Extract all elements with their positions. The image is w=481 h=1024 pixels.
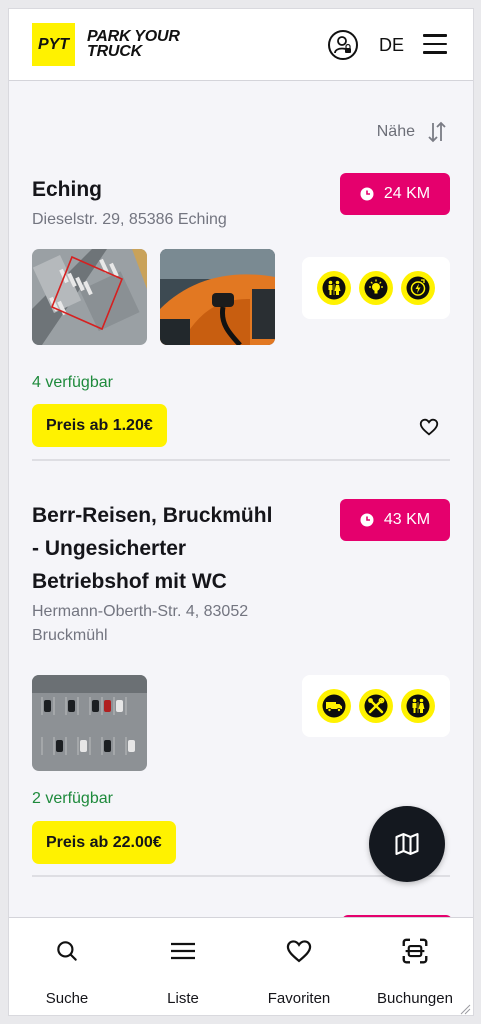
nav-label: Liste [167, 990, 199, 1007]
resize-grip-icon[interactable] [457, 1001, 471, 1015]
clock-icon [360, 187, 374, 201]
nav-item-buchungen[interactable]: Buchungen [357, 918, 473, 1015]
nav-label: Favoriten [267, 990, 331, 1007]
availability-text: 4 verfügbar [32, 374, 113, 391]
nav-item-liste[interactable]: Liste [125, 918, 241, 1015]
charging-icon [401, 271, 435, 305]
listing-address-line: Bruckmühl [32, 627, 108, 644]
listing-title-line: - Ungesicherter [32, 537, 187, 560]
listing-title-line: Betriebshof mit WC [32, 570, 227, 593]
listing-card[interactable]: Berr-Reisen, Bruckmühl - Ungesicherter B… [32, 499, 450, 864]
bottom-navigation: Suche Liste Favoriten Buchungen [9, 917, 473, 1015]
listing-photo-aerial[interactable] [32, 675, 147, 771]
app-frame: PYT PARK YOUR TRUCK DE Nähe Eching Diese… [8, 8, 474, 1016]
menu-line [423, 42, 447, 45]
listing-photo-charger[interactable] [160, 249, 275, 345]
restroom-icon [401, 689, 435, 723]
brand-line-2: TRUCK [87, 43, 142, 60]
aerial-parking-image [32, 249, 147, 345]
listing-card[interactable]: Eching Dieselstr. 29, 85386 Eching 24 KM [32, 173, 450, 447]
listing-title-line: Berr-Reisen, Bruckmühl [32, 504, 273, 527]
listing-divider [32, 459, 450, 461]
user-lock-icon [334, 36, 351, 54]
brand-name[interactable]: PARK YOUR TRUCK [87, 28, 180, 60]
clock-icon [360, 513, 374, 527]
repair-tools-icon [359, 689, 393, 723]
heart-outline-icon [419, 418, 439, 436]
map-icon [395, 833, 419, 855]
listing-address-line: Hermann-Oberth-Str. 4, 83052 [32, 603, 249, 620]
listing-photo-aerial[interactable] [32, 249, 147, 345]
sort-control[interactable]: Nähe [377, 121, 447, 143]
nav-item-favoriten[interactable]: Favoriten [241, 918, 357, 1015]
ev-charger-image [160, 249, 275, 345]
heart-icon [284, 936, 314, 966]
restroom-icon [317, 271, 351, 305]
aerial-parking-lot-image [32, 675, 147, 771]
price-button[interactable]: Preis ab 22.00€ [32, 821, 176, 864]
hamburger-menu-button[interactable] [423, 34, 447, 56]
distance-badge: 43 KM [340, 499, 450, 541]
sort-label: Nähe [376, 123, 415, 140]
distance-value: 24 KM [383, 185, 431, 202]
availability-text: 2 verfügbar [32, 790, 113, 807]
brand-line-1: PARK YOUR [87, 28, 180, 45]
account-button[interactable] [328, 30, 358, 60]
lighting-icon [359, 271, 393, 305]
distance-badge: 24 KM [340, 173, 450, 215]
map-view-button[interactable] [369, 806, 445, 882]
top-header: PYT PARK YOUR TRUCK DE [9, 9, 473, 81]
bookings-icon [400, 936, 430, 966]
logo-mark[interactable]: PYT [32, 23, 75, 66]
nav-label: Suche [45, 990, 89, 1007]
truck-icon [317, 689, 351, 723]
distance-value: 43 KM [383, 511, 431, 528]
nav-item-suche[interactable]: Suche [9, 918, 125, 1015]
nav-label: Buchungen [377, 990, 453, 1007]
price-button[interactable]: Preis ab 1.20€ [32, 404, 167, 447]
menu-line [423, 34, 447, 37]
list-icon [168, 936, 198, 966]
language-selector[interactable]: DE [379, 35, 404, 56]
amenities-panel [302, 257, 450, 319]
favorite-button[interactable] [418, 416, 440, 438]
amenities-panel [302, 675, 450, 737]
listing-title: Berr-Reisen, Bruckmühl - Ungesicherter B… [32, 499, 322, 598]
search-icon [52, 936, 82, 966]
listing-address: Hermann-Oberth-Str. 4, 83052 Bruckmühl [32, 600, 450, 648]
sort-arrows-icon [428, 121, 446, 143]
menu-line [423, 51, 447, 54]
